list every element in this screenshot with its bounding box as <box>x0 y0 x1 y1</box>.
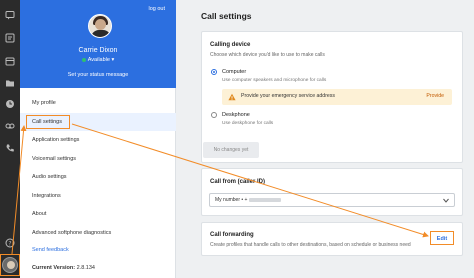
status-selector[interactable]: Available ▾ <box>20 57 176 63</box>
logout-link[interactable]: log out <box>148 6 165 12</box>
menu-item-application-settings[interactable]: Application settings <box>20 131 176 150</box>
radio-deskphone[interactable] <box>211 112 217 118</box>
status-label: Available <box>87 57 110 63</box>
calling-device-subtitle: Choose which device you'd like to use to… <box>210 52 325 58</box>
chevron-down-icon: ▾ <box>111 57 115 63</box>
call-forwarding-card: Call forwarding Create profiles that han… <box>201 222 463 256</box>
caller-id-title: Call from (caller ID) <box>210 179 266 185</box>
profile-avatar[interactable] <box>88 14 112 38</box>
menu-item-advanced-diagnostics[interactable]: Advanced softphone diagnostics <box>20 224 176 243</box>
recording-icon[interactable] <box>5 121 15 131</box>
page-title: Call settings <box>201 11 252 21</box>
send-feedback-link[interactable]: Send feedback <box>32 247 69 253</box>
option-deskphone-sub: Use deskphone for calls <box>222 121 274 126</box>
svg-text:?: ? <box>8 240 11 247</box>
version-label: Current Version: <box>32 265 76 271</box>
menu-item-integrations[interactable]: Integrations <box>20 187 176 206</box>
voicemail-icon[interactable] <box>5 33 15 43</box>
caller-id-value: My number • + <box>215 197 282 203</box>
option-deskphone-label: Deskphone <box>222 112 250 118</box>
chat-icon[interactable] <box>5 10 15 20</box>
folder-icon[interactable] <box>5 78 15 88</box>
profile-header: log out Carrie Dixon Available ▾ Set you… <box>20 0 176 88</box>
menu-item-audio-settings[interactable]: Audio settings <box>20 168 176 187</box>
option-computer-sub: Use computer speakers and microphone for… <box>222 78 327 83</box>
option-computer-label: Computer <box>222 69 247 75</box>
highlight-call-settings <box>26 115 70 129</box>
menu-item-my-profile[interactable]: My profile <box>20 94 176 113</box>
caller-id-select[interactable]: My number • + <box>209 193 455 207</box>
warning-text: Provide your emergency service address <box>241 93 335 99</box>
highlight-avatar <box>0 254 20 276</box>
caller-id-card: Call from (caller ID) My number • + <box>201 168 463 216</box>
version-info: Current Version: 2.8.134 <box>32 265 95 271</box>
history-icon[interactable] <box>5 99 15 109</box>
call-forwarding-subtitle: Create profiles that handle calls to oth… <box>210 242 411 248</box>
profile-name: Carrie Dixon <box>78 47 118 54</box>
version-value: 2.8.134 <box>76 265 95 271</box>
call-forwarding-title: Call forwarding <box>210 232 254 238</box>
menu-item-voicemail-settings[interactable]: Voicemail settings <box>20 150 176 169</box>
settings-sidebar: log out Carrie Dixon Available ▾ Set you… <box>20 0 176 278</box>
radio-computer[interactable] <box>211 69 217 75</box>
provide-link[interactable]: Provide <box>426 93 444 99</box>
calling-device-card: Calling device Choose which device you'd… <box>201 31 463 163</box>
app-rail: ? <box>0 0 20 278</box>
chevron-down-icon <box>443 198 449 203</box>
calendar-icon[interactable] <box>5 56 15 66</box>
no-changes-button[interactable]: No changes yet <box>203 142 259 158</box>
emergency-warning: Provide your emergency service address P… <box>222 89 452 105</box>
menu-item-about[interactable]: About <box>20 205 176 224</box>
highlight-edit <box>430 231 454 245</box>
calling-device-title: Calling device <box>210 42 251 48</box>
warning-icon <box>228 93 236 101</box>
set-status-message[interactable]: Set your status message <box>20 72 176 78</box>
status-dot-icon <box>81 57 86 62</box>
phone-icon[interactable] <box>5 143 15 153</box>
help-icon[interactable]: ? <box>5 238 15 248</box>
